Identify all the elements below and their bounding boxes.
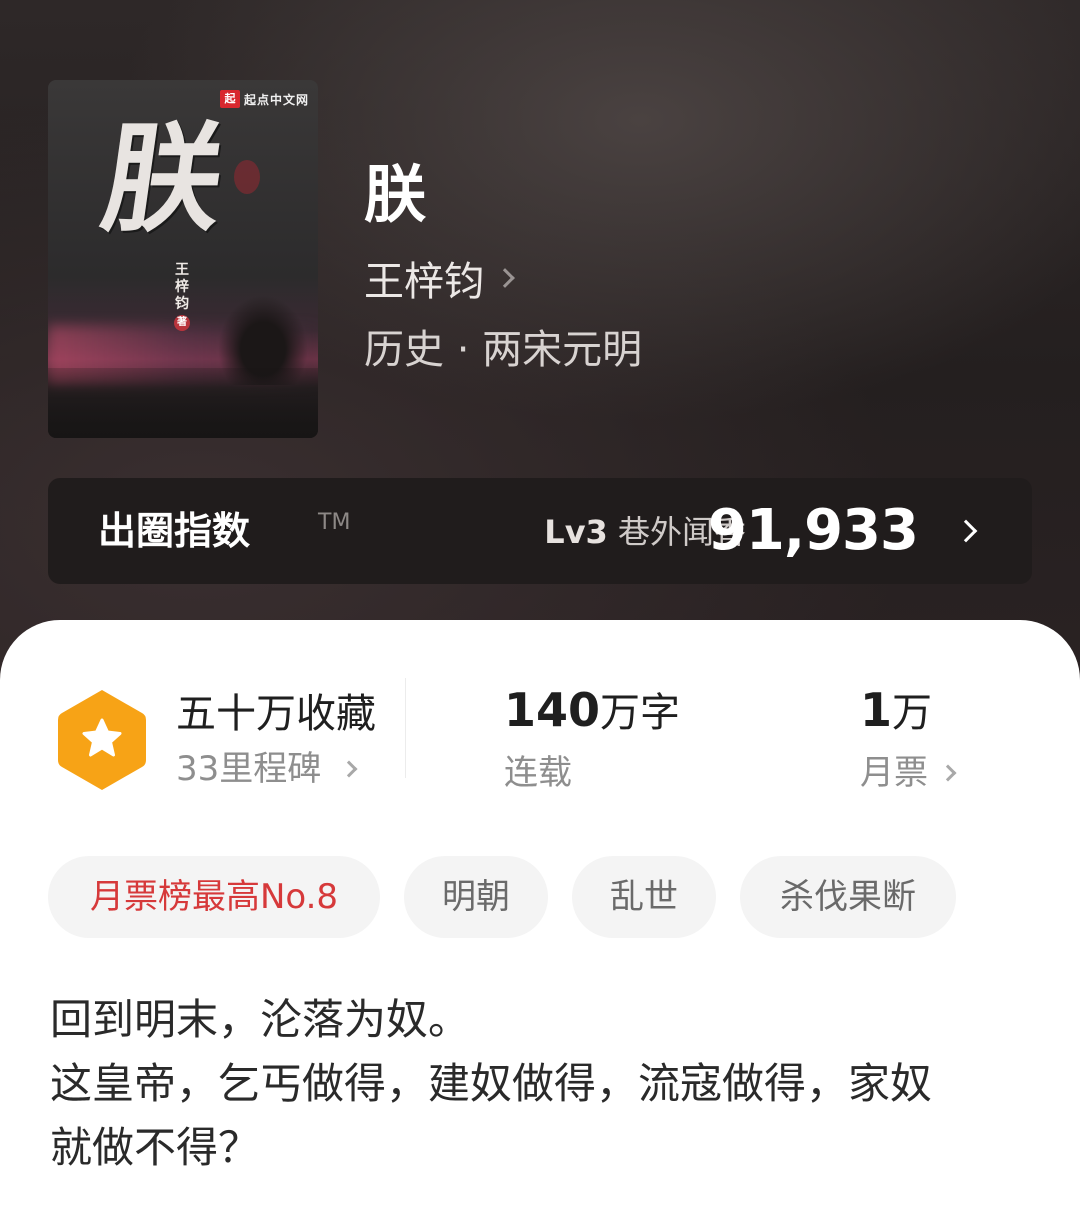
chevron-right-icon (495, 268, 515, 288)
cover-author-name: 王梓钧 (175, 262, 189, 312)
book-title: 朕 (364, 158, 427, 231)
book-genre: 历史 · 两宋元明 (364, 327, 643, 373)
chevron-right-icon (939, 764, 957, 782)
chevron-right-icon (340, 760, 358, 778)
description-line: 回到明末，沦落为奴。 (50, 995, 471, 1044)
word-count: 140万字 (504, 684, 680, 739)
stats-divider (405, 678, 406, 778)
tag-decisive[interactable]: 杀伐果断 (740, 856, 956, 938)
publisher-mark: 起 (220, 90, 240, 108)
book-cover[interactable]: 起 起点中文网 朕 王梓钧 著 (48, 80, 318, 438)
author-name: 王梓钧 (364, 259, 484, 305)
influence-label: 出圈指数 (98, 509, 251, 553)
monthly-tickets-unit: 万 (892, 690, 933, 736)
monthly-tickets-link[interactable]: 月票 (860, 750, 957, 796)
chevron-right-icon (954, 519, 978, 543)
book-description: 回到明末，沦落为奴。 这皇帝，乞丐做得，建奴做得，流寇做得，家奴 就做不得？ (50, 988, 1030, 1180)
tag-ming-dynasty[interactable]: 明朝 (404, 856, 548, 938)
cover-title-char: 朕 (94, 109, 232, 248)
influence-level-code: Lv3 (544, 513, 608, 551)
monthly-tickets-number: 1 (860, 683, 893, 737)
influence-score: 91,933 (707, 498, 919, 563)
monthly-tickets-label: 月票 (860, 753, 928, 793)
tag-chaos[interactable]: 乱世 (572, 856, 716, 938)
influence-index-bar[interactable]: 出圈指数 TM Lv3 巷外闻香 91,933 (48, 478, 1032, 584)
cover-author: 王梓钧 著 (174, 262, 190, 331)
author-link[interactable]: 王梓钧 (364, 252, 515, 305)
cover-seal (234, 160, 260, 194)
collection-milestone-link[interactable]: 33里程碑 (176, 746, 358, 792)
description-line: 这皇帝，乞丐做得，建奴做得，流寇做得，家奴 (50, 1059, 933, 1108)
book-header: 起 起点中文网 朕 王梓钧 著 朕 王梓钧 历史 · 两宋元明 出圈指数 TM … (0, 0, 1080, 680)
trademark-mark: TM (318, 510, 351, 535)
description-line: 就做不得？ (50, 1123, 261, 1172)
word-count-unit: 万字 (600, 690, 681, 736)
monthly-tickets: 1万 (860, 684, 932, 739)
cover-publisher-logo: 起 起点中文网 (220, 88, 309, 110)
tag-ranking[interactable]: 月票榜最高No.8 (48, 856, 380, 938)
serial-status: 连载 (504, 753, 572, 793)
star-badge-icon (58, 690, 146, 790)
collection-milestone-sub: 33里程碑 (176, 749, 322, 789)
cover-ground (48, 368, 318, 438)
collection-milestone-title: 五十万收藏 (176, 691, 376, 737)
word-count-number: 140 (504, 683, 601, 737)
publisher-name: 起点中文网 (244, 92, 310, 107)
cover-author-suffix: 著 (174, 315, 190, 331)
